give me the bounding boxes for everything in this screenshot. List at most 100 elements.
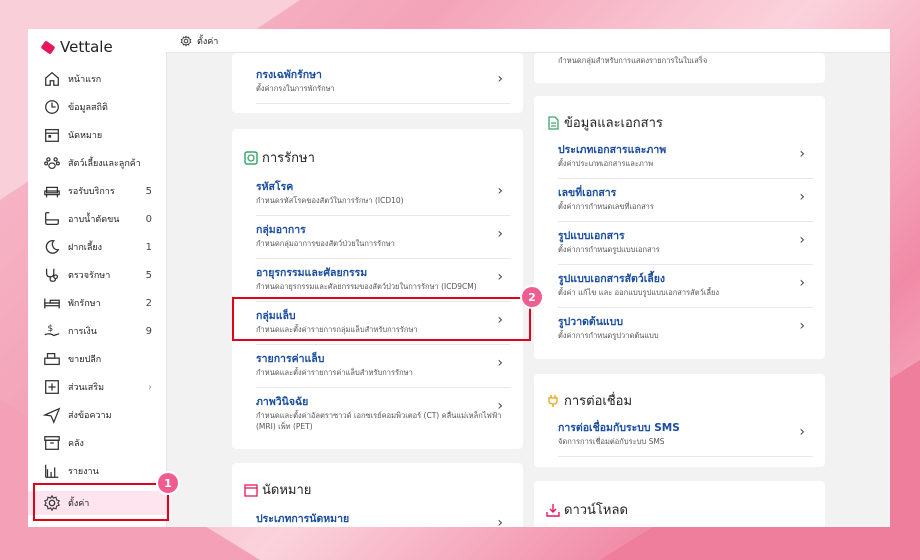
sidebar-item-pets-customers[interactable]: สัตว์เลี้ยงและลูกค้า — [28, 151, 166, 175]
send-icon — [42, 405, 62, 425]
chevron-right-icon: › — [497, 398, 503, 414]
plus-box-icon — [42, 377, 62, 397]
treatment-icon — [244, 150, 258, 165]
sidebar-item-home[interactable]: หน้าแรก — [28, 67, 166, 91]
chevron-right-icon: › — [799, 146, 805, 162]
page-title: ตั้งค่า — [197, 36, 219, 47]
chevron-right-icon: › — [799, 189, 805, 205]
money-icon: $ — [42, 321, 62, 341]
sidebar-item-count: 5 — [145, 185, 152, 197]
plug-icon — [548, 394, 558, 407]
sidebar-item-count: 0 — [145, 213, 152, 225]
paw-icon — [42, 153, 62, 173]
sidebar-item-addons[interactable]: ส่วนเสริม › — [28, 375, 166, 399]
logo[interactable]: Vettale — [40, 38, 113, 56]
sidebar-item-boarding[interactable]: ฝากเลี้ยง 1 — [28, 235, 166, 259]
settings-row-appointment-types[interactable]: ประเภทการนัดหมาย › — [256, 505, 511, 527]
chevron-right-icon: › — [497, 269, 503, 285]
sidebar-item-retail[interactable]: ขายปลีก — [28, 347, 166, 371]
sidebar-item-appointments[interactable]: นัดหมาย — [28, 123, 166, 147]
settings-row-imaging[interactable]: ภาพวินิจฉัย กำหนดและตั้งค่าอัลตราซาวด์ เ… — [256, 388, 511, 442]
chevron-right-icon: › — [497, 355, 503, 371]
row-title: ประเภทเอกสารและภาพ — [558, 144, 667, 156]
cage-settings-card: กรงเฉพักรักษา ตั้งค่ากรงในการพักรักษา › — [232, 53, 523, 113]
settings-row-document-numbers[interactable]: เลขที่เอกสาร ตั้งค่าการกำหนดเลขที่เอกสาร… — [558, 179, 813, 222]
sidebar-item-label: พักรักษา — [68, 299, 101, 309]
sidebar-item-inpatient[interactable]: พักรักษา 2 — [28, 291, 166, 315]
stats-icon — [42, 97, 62, 117]
topbar: ตั้งค่า — [166, 29, 890, 53]
report-icon — [42, 461, 62, 481]
row-description: ตั้งค่ากรงในการพักรักษา — [256, 84, 335, 93]
step-badge-2: 2 — [522, 287, 542, 307]
chevron-right-icon: › — [497, 515, 503, 527]
stethoscope-icon — [42, 265, 62, 285]
lab-group-highlight-box — [232, 297, 531, 341]
sidebar-item-stats[interactable]: ข้อมูลสถิติ — [28, 95, 166, 119]
sidebar-item-label: ตรวจรักษา — [68, 271, 111, 281]
sidebar-item-label: สัตว์เลี้ยงและลูกค้า — [68, 159, 141, 169]
calendar-icon — [42, 125, 62, 145]
step-badge-1: 1 — [158, 473, 178, 493]
receipt-group-card: กำหนดกลุ่มสำหรับการแสดงรายการในใบเสร็จ — [534, 53, 825, 83]
treatment-card: การรักษา รหัสโรค กำหนดรหัสโรคของสัตว์ในก… — [232, 129, 523, 449]
row-title: รูปวาดต้นแบบ — [558, 316, 624, 328]
sidebar-item-examination[interactable]: ตรวจรักษา 5 — [28, 263, 166, 287]
settings-row[interactable]: กรงเฉพักรักษา ตั้งค่ากรงในการพักรักษา › — [256, 61, 511, 104]
row-title: กลุ่มอาการ — [256, 224, 306, 236]
card-title: นัดหมาย — [262, 483, 312, 498]
settings-row-document-types[interactable]: ประเภทเอกสารและภาพ ตั้งค่าประเภทเอกสารแล… — [558, 136, 813, 179]
card-title: การต่อเชื่อม — [564, 394, 633, 409]
row-title: ภาพวินิจฉัย — [256, 396, 309, 408]
chevron-right-icon: › — [497, 183, 503, 199]
sidebar-item-label: ฝากเลี้ยง — [68, 243, 103, 253]
download-card: ดาวน์โหลด — [534, 481, 825, 527]
row-title: อายุรกรรมและศัลยกรรม — [256, 267, 368, 279]
gear-icon — [180, 34, 192, 47]
chevron-right-icon: › — [148, 381, 152, 393]
chevron-right-icon: › — [497, 226, 503, 242]
settings-row-disease-codes[interactable]: รหัสโรค กำหนดรหัสโรคของสัตว์ในการรักษา (… — [256, 173, 511, 216]
chevron-right-icon: › — [799, 275, 805, 291]
settings-row-symptom-groups[interactable]: กลุ่มอาการ กำหนดกลุ่มอาการของสัตว์ป่วยใน… — [256, 216, 511, 259]
settings-row-pet-document-templates[interactable]: รูปแบบเอกสารสัตว์เลี้ยง ตั้งค่า แก้ไข แล… — [558, 265, 813, 308]
settings-highlight-box — [33, 483, 169, 521]
row-title: รูปแบบเอกสาร — [558, 230, 625, 242]
sidebar-item-label: ขายปลีก — [68, 355, 102, 365]
row-title: รูปแบบเอกสารสัตว์เลี้ยง — [558, 273, 666, 285]
sidebar-item-waiting[interactable]: รอรับบริการ 5 — [28, 179, 166, 203]
card-title: การรักษา — [262, 151, 315, 166]
settings-row-procedures[interactable]: อายุรกรรมและศัลยกรรม กำหนดอายุรกรรมและศั… — [256, 259, 511, 302]
home-icon — [42, 69, 62, 89]
sidebar-item-label: ส่วนเสริม — [68, 383, 105, 393]
row-title: รหัสโรค — [256, 181, 294, 193]
row-title: เลขที่เอกสาร — [558, 187, 617, 199]
sidebar-item-label: หน้าแรก — [68, 75, 102, 85]
bathtub-icon — [42, 209, 62, 229]
card-title: ข้อมูลและเอกสาร — [564, 116, 663, 131]
sidebar-item-reports[interactable]: รายงาน — [28, 459, 166, 483]
row-description: ตั้งค่า แก้ไข และ ออกแบบรูปแบบเอกสารสัตว… — [558, 288, 719, 297]
row-description: ตั้งค่าการกำหนดรูปแบบเอกสาร — [558, 245, 660, 254]
sidebar-item-finance[interactable]: $ การเงิน 9 — [28, 319, 166, 343]
sidebar-item-count: 2 — [145, 297, 152, 309]
settings-row-document-templates[interactable]: รูปแบบเอกสาร ตั้งค่าการกำหนดรูปแบบเอกสาร… — [558, 222, 813, 265]
moon-icon — [42, 237, 62, 257]
row-description: จัดการการเชื่อมต่อกับระบบ SMS — [558, 437, 665, 446]
bed-icon — [42, 293, 62, 313]
sidebar-item-label: รอรับบริการ — [68, 187, 115, 197]
sidebar-item-inventory[interactable]: คลัง — [28, 431, 166, 455]
sidebar-item-messages[interactable]: ส่งข้อความ — [28, 403, 166, 427]
logo-mark-icon — [40, 39, 56, 55]
sidebar-item-label: ส่งข้อความ — [68, 411, 112, 421]
app-window: Vettale หน้าแรก ข้อมูลสถิติ นัดหมาย สัตว… — [28, 29, 890, 527]
sidebar-item-grooming[interactable]: อาบน้ำตัดขน 0 — [28, 207, 166, 231]
settings-row-sms[interactable]: การต่อเชื่อมกับระบบ SMS จัดการการเชื่อมต… — [558, 414, 813, 457]
settings-row-drawing-templates[interactable]: รูปวาดต้นแบบ ตั้งค่าการกำหนดรูปวาดต้นแบบ… — [558, 308, 813, 350]
settings-row-lab-items[interactable]: รายการค่าแล็บ กำหนดและตั้งค่ารายการค่าแล… — [256, 345, 511, 388]
row-description: ตั้งค่าประเภทเอกสารและภาพ — [558, 159, 654, 168]
chevron-right-icon: › — [799, 232, 805, 248]
row-description: กำหนดและตั้งค่าอัลตราซาวด์ เอกซเรย์คอมพิ… — [256, 411, 502, 431]
sidebar-item-label: คลัง — [68, 439, 84, 449]
appointment-card: นัดหมาย ประเภทการนัดหมาย › — [232, 463, 523, 527]
